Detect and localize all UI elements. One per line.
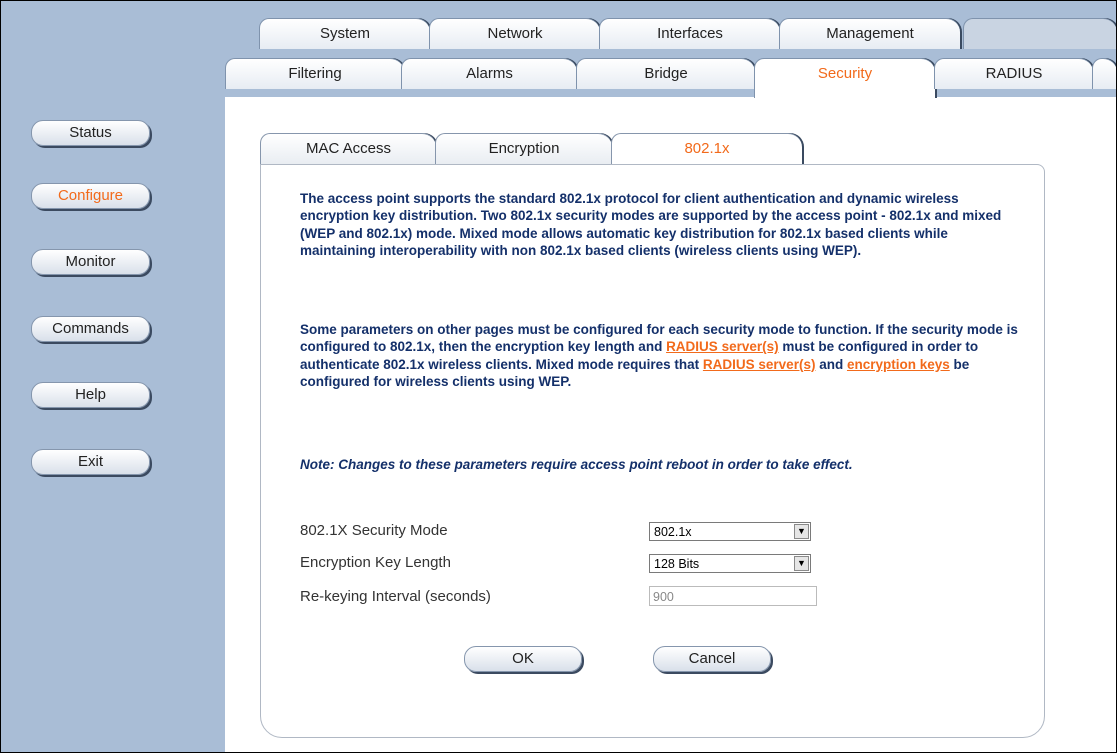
tab-radius[interactable]: RADIUS xyxy=(934,58,1093,89)
tab-alarms[interactable]: Alarms xyxy=(401,58,577,89)
nav-status-button[interactable]: Status xyxy=(31,120,150,146)
rekey-label: Re-keying Interval (seconds) xyxy=(300,588,491,605)
nav-help-button[interactable]: Help xyxy=(31,382,150,408)
nav-commands-button[interactable]: Commands xyxy=(31,316,150,342)
key-length-value: 128 Bits xyxy=(654,557,700,571)
nav-monitor-button[interactable]: Monitor xyxy=(31,249,150,275)
requirements-text-3: and xyxy=(815,356,847,372)
tab-system[interactable]: System xyxy=(259,18,430,49)
tab-management[interactable]: Management xyxy=(779,18,960,49)
key-length-select[interactable]: 128 Bits ▼ xyxy=(649,554,811,573)
radius-servers-link-2[interactable]: RADIUS server(s) xyxy=(703,357,816,372)
security-mode-select[interactable]: 802.1x ▼ xyxy=(649,522,811,541)
rekey-interval-input[interactable]: 900 xyxy=(649,586,817,606)
top-tab-band: System Network Interfaces Management Fil… xyxy=(225,1,1116,98)
dropdown-arrow-icon: ▼ xyxy=(794,524,809,539)
nav-configure-button[interactable]: Configure xyxy=(31,183,150,209)
tab-network[interactable]: Network xyxy=(429,18,600,49)
mode-label: 802.1X Security Mode xyxy=(300,522,448,539)
cancel-button[interactable]: Cancel xyxy=(653,646,771,672)
tab-bridge[interactable]: Bridge xyxy=(576,58,755,89)
dropdown-arrow-icon: ▼ xyxy=(794,556,809,571)
app-frame: Status Configure Monitor Commands Help E… xyxy=(0,0,1117,753)
tab-empty xyxy=(963,18,1116,49)
tab-8021x[interactable]: 802.1x xyxy=(611,133,802,166)
tab-encryption[interactable]: Encryption xyxy=(435,133,612,164)
security-mode-value: 802.1x xyxy=(654,525,692,539)
nav-exit-button[interactable]: Exit xyxy=(31,449,150,475)
tab-mac-access[interactable]: MAC Access xyxy=(260,133,436,164)
ok-button[interactable]: OK xyxy=(464,646,582,672)
left-sidebar: Status Configure Monitor Commands Help E… xyxy=(1,1,225,752)
reboot-note: Note: Changes to these parameters requir… xyxy=(300,457,853,472)
intro-paragraph: The access point supports the standard 8… xyxy=(300,191,1002,259)
tab-overflow xyxy=(1092,58,1116,89)
tab-interfaces[interactable]: Interfaces xyxy=(599,18,780,49)
radius-servers-link[interactable]: RADIUS server(s) xyxy=(666,339,779,354)
keylen-label: Encryption Key Length xyxy=(300,554,451,571)
requirements-paragraph: Some parameters on other pages must be c… xyxy=(300,321,1020,391)
tab-security[interactable]: Security xyxy=(754,58,935,98)
tab-filtering[interactable]: Filtering xyxy=(225,58,404,89)
encryption-keys-link[interactable]: encryption keys xyxy=(847,357,950,372)
